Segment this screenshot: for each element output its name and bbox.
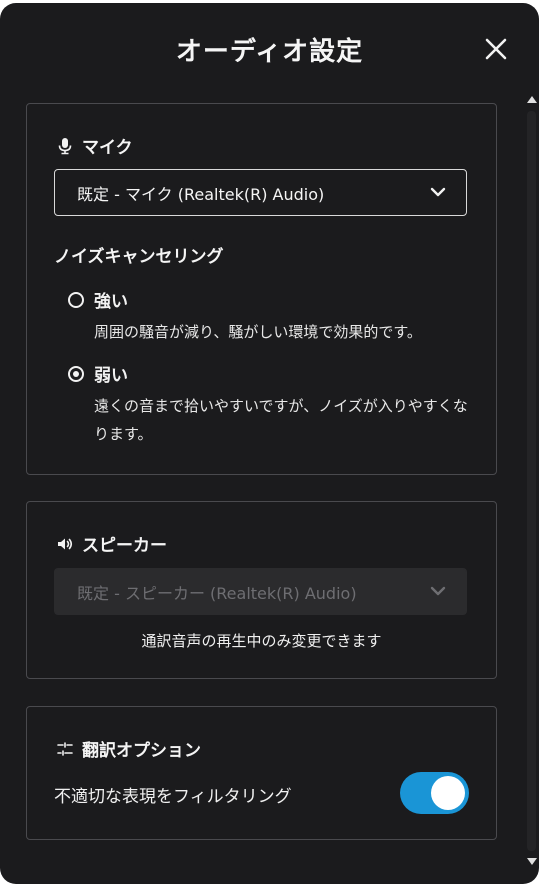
speaker-header: スピーカー <box>56 531 167 556</box>
speaker-select-value: 既定 - スピーカー (Realtek(R) Audio) <box>77 583 357 603</box>
mic-select[interactable]: 既定 - マイク (Realtek(R) Audio) <box>54 169 467 216</box>
close-icon[interactable] <box>482 35 510 63</box>
audio-settings-dialog: オーディオ設定 マイク 既定 - マイク (Realtek(R) Audio) … <box>0 3 539 884</box>
speaker-note: 通訳音声の再生中のみ変更できます <box>141 632 382 650</box>
scrollbar[interactable] <box>524 93 539 869</box>
dialog-title: オーディオ設定 <box>175 37 364 67</box>
filter-toggle[interactable] <box>400 772 469 814</box>
mic-section: マイク 既定 - マイク (Realtek(R) Audio) ノイズキャンセリ… <box>26 103 497 475</box>
radio-circle-strong[interactable] <box>68 291 84 308</box>
speaker-select: 既定 - スピーカー (Realtek(R) Audio) <box>54 568 467 615</box>
scroll-up-arrow-icon[interactable] <box>527 96 537 103</box>
chevron-down-icon <box>430 586 446 596</box>
mic-header: マイク <box>56 133 133 158</box>
microphone-icon <box>58 137 72 154</box>
options-header: 翻訳オプション <box>56 736 201 761</box>
noise-cancel-label: ノイズキャンセリング <box>54 247 224 267</box>
radio-circle-weak[interactable] <box>68 365 84 382</box>
mic-header-label: マイク <box>82 138 133 158</box>
speaker-icon <box>58 538 73 549</box>
speaker-header-label: スピーカー <box>82 536 167 556</box>
radio-strong-description: 周囲の騒音が減り、騒がしい環境で効果的です。 <box>94 323 422 341</box>
radio-strong-label: 強い <box>94 292 128 312</box>
radio-weak[interactable]: 弱い <box>68 361 128 386</box>
sliders-icon <box>57 741 73 756</box>
radio-weak-label: 弱い <box>94 366 128 386</box>
mic-select-value: 既定 - マイク (Realtek(R) Audio) <box>77 184 325 204</box>
filter-label: 不適切な表現をフィルタリング <box>54 787 292 807</box>
radio-weak-description: 遠くの音まで拾いやすいですが、ノイズが入りやすくなります。 <box>94 397 468 443</box>
translation-options-section: 翻訳オプション 不適切な表現をフィルタリング <box>26 706 497 840</box>
toggle-knob <box>431 776 465 810</box>
radio-strong[interactable]: 強い <box>68 287 128 312</box>
scroll-down-arrow-icon[interactable] <box>527 858 537 865</box>
scroll-thumb[interactable] <box>527 111 536 851</box>
speaker-section: スピーカー 既定 - スピーカー (Realtek(R) Audio) 通訳音声… <box>26 501 497 679</box>
options-header-label: 翻訳オプション <box>82 741 201 761</box>
chevron-down-icon <box>430 187 446 197</box>
